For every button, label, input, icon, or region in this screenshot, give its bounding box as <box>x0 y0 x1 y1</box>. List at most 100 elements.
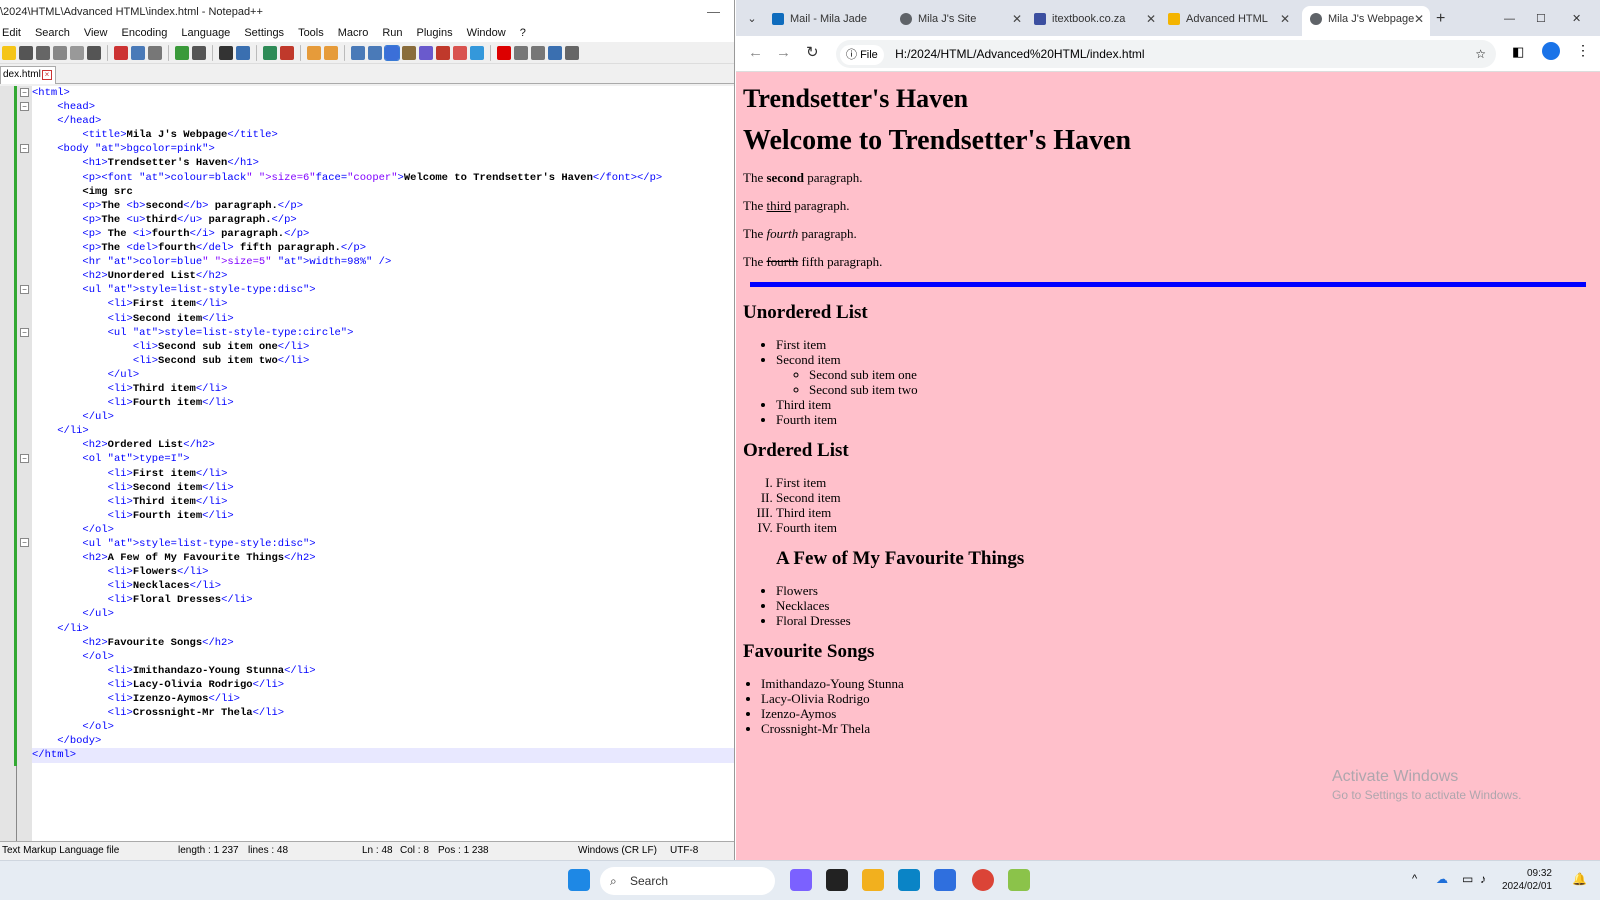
menu-search[interactable]: Search <box>35 27 70 39</box>
start-icon[interactable] <box>568 869 590 891</box>
menu-view[interactable]: View <box>84 27 108 39</box>
code-line[interactable]: <head> <box>32 100 734 114</box>
tab-mail[interactable]: Mail - Mila Jade <box>772 6 892 36</box>
code-line[interactable]: <li>First item</li> <box>32 297 734 311</box>
menu-tools[interactable]: Tools <box>298 27 324 39</box>
window-minimize-icon[interactable]: — <box>1504 6 1520 36</box>
code-line[interactable]: <ul "at">style=list-style-type:disc"> <box>32 283 734 297</box>
code-line[interactable]: <li>Fourth item</li> <box>32 509 734 523</box>
code-line[interactable]: <h2>Ordered List</h2> <box>32 438 734 452</box>
cut-icon[interactable] <box>114 45 128 60</box>
function-list-icon[interactable] <box>436 45 450 60</box>
find-icon[interactable] <box>219 45 233 60</box>
doc-map-icon[interactable] <box>419 45 433 60</box>
menu-help[interactable]: ? <box>520 27 526 39</box>
close-icon[interactable]: ✕ <box>1012 6 1022 32</box>
save-macro-icon[interactable] <box>565 45 579 60</box>
new-file-icon[interactable] <box>2 45 16 60</box>
code-line[interactable]: <h2>Favourite Songs</h2> <box>32 636 734 650</box>
code-line[interactable]: </ul> <box>32 368 734 382</box>
code-line[interactable]: <title>Mila J's Webpage</title> <box>32 128 734 142</box>
code-line[interactable]: <li>Izenzo-Aymos</li> <box>32 692 734 706</box>
new-tab-icon[interactable]: + <box>1436 6 1456 36</box>
code-line[interactable]: <html> <box>32 86 734 100</box>
stop-macro-icon[interactable] <box>514 45 528 60</box>
close-icon[interactable]: ✕ <box>1146 6 1156 32</box>
play-macro-icon[interactable] <box>531 45 545 60</box>
close-all-icon[interactable] <box>70 45 84 60</box>
code-line[interactable]: <img src <box>32 185 734 199</box>
notepadpp-icon[interactable] <box>1008 869 1030 891</box>
code-line[interactable]: <li>First item</li> <box>32 467 734 481</box>
menu-plugins[interactable]: Plugins <box>417 27 453 39</box>
zoom-in-icon[interactable] <box>263 45 277 60</box>
code-line[interactable]: <ol "at">type=I"> <box>32 452 734 466</box>
run-macro-multiple-icon[interactable] <box>548 45 562 60</box>
reload-icon[interactable]: ↻ <box>806 43 819 61</box>
store-icon[interactable] <box>934 869 956 891</box>
volume-icon[interactable]: ♪ <box>1480 872 1486 886</box>
tab-advanced-html[interactable]: Advanced HTML ✕ <box>1168 6 1296 36</box>
notification-bell-icon[interactable]: 🔔 <box>1572 872 1587 886</box>
redo-icon[interactable] <box>192 45 206 60</box>
code-line[interactable]: </html> <box>32 748 734 763</box>
replace-icon[interactable] <box>236 45 250 60</box>
task-view-icon[interactable] <box>826 869 848 891</box>
close-file-icon[interactable] <box>53 45 67 60</box>
taskbar-search[interactable]: ⌕ Search <box>600 867 775 895</box>
print-icon[interactable] <box>87 45 101 60</box>
forward-icon[interactable]: → <box>776 44 791 61</box>
code-line[interactable]: <p>The <u>third</u> paragraph.</p> <box>32 213 734 227</box>
code-line[interactable]: </body> <box>32 734 734 748</box>
code-line[interactable]: <li>Fourth item</li> <box>32 396 734 410</box>
code-line[interactable]: <ul "at">style=list-type-style:disc"> <box>32 537 734 551</box>
code-line[interactable]: <body "at">bgcolor=pink"> <box>32 142 734 156</box>
code-line[interactable]: <li>Second item</li> <box>32 481 734 495</box>
menu-encoding[interactable]: Encoding <box>121 27 167 39</box>
menu-edit[interactable]: Edit <box>2 27 21 39</box>
code-line[interactable]: </ul> <box>32 410 734 424</box>
chrome-icon[interactable] <box>972 869 994 891</box>
paste-icon[interactable] <box>148 45 162 60</box>
minimize-button[interactable]: — <box>707 0 720 24</box>
code-line[interactable]: <h2>A Few of My Favourite Things</h2> <box>32 551 734 565</box>
menu-window[interactable]: Window <box>467 27 506 39</box>
more-menu-icon[interactable]: ⋮ <box>1576 42 1590 59</box>
code-line[interactable]: </head> <box>32 114 734 128</box>
show-all-chars-icon[interactable] <box>368 45 382 60</box>
word-wrap-icon[interactable] <box>351 45 365 60</box>
code-line[interactable]: <h2>Unordered List</h2> <box>32 269 734 283</box>
code-line[interactable]: </ol> <box>32 720 734 734</box>
tab-itextbook[interactable]: itextbook.co.za ✕ <box>1034 6 1162 36</box>
folder-workspace-icon[interactable] <box>453 45 467 60</box>
code-line[interactable]: <li>Crossnight-Mr Thela</li> <box>32 706 734 720</box>
window-close-icon[interactable]: ✕ <box>1572 6 1588 36</box>
close-icon[interactable]: × <box>42 70 52 80</box>
menu-macro[interactable]: Macro <box>338 27 369 39</box>
code-line[interactable]: <p> The <i>fourth</i> paragraph.</p> <box>32 227 734 241</box>
record-macro-icon[interactable] <box>497 45 511 60</box>
code-line[interactable]: <li>Imithandazo-Young Stunna</li> <box>32 664 734 678</box>
code-line[interactable]: <li>Lacy-Olivia Rodrigo</li> <box>32 678 734 692</box>
fold-toggle-icon[interactable]: − <box>20 328 29 337</box>
code-line[interactable]: <li>Second item</li> <box>32 312 734 326</box>
fold-toggle-icon[interactable]: − <box>20 102 29 111</box>
language-icon[interactable] <box>402 45 416 60</box>
code-line[interactable]: <ul "at">style=list-style-type:circle"> <box>32 326 734 340</box>
code-line[interactable]: <li>Necklaces</li> <box>32 579 734 593</box>
file-explorer-icon[interactable] <box>862 869 884 891</box>
tab-search-icon[interactable]: ⌄ <box>740 6 764 36</box>
code-line[interactable]: </li> <box>32 622 734 636</box>
code-line[interactable]: </ol> <box>32 523 734 537</box>
copilot-icon[interactable] <box>790 869 812 891</box>
code-editor[interactable]: − − − − − − − <html> <head> </head> <tit… <box>0 86 734 846</box>
code-line[interactable]: <hr "at">color=blue" ">size=5" "at">widt… <box>32 255 734 269</box>
code-line[interactable]: <p><font "at">colour=black" ">size=6"fac… <box>32 171 734 185</box>
site-info-chip[interactable]: ⓘ File <box>840 45 884 65</box>
sync-vertical-icon[interactable] <box>307 45 321 60</box>
menu-language[interactable]: Language <box>181 27 230 39</box>
undo-icon[interactable] <box>175 45 189 60</box>
menu-run[interactable]: Run <box>382 27 402 39</box>
code-line[interactable]: </ol> <box>32 650 734 664</box>
bookmark-star-icon[interactable]: ☆ <box>1475 40 1486 68</box>
